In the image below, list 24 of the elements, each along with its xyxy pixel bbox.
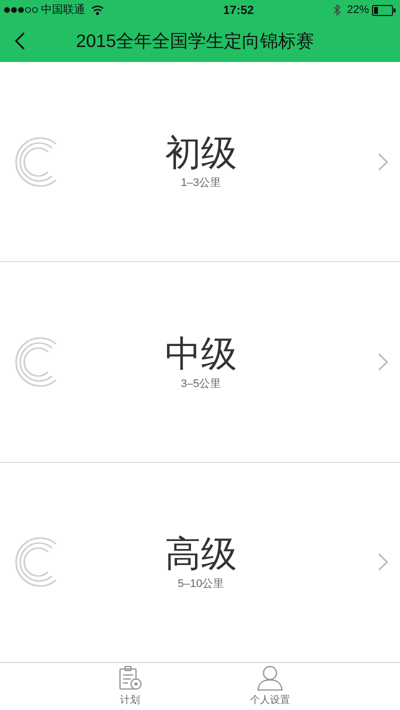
level-title: 高级: [165, 532, 237, 576]
person-icon: [256, 665, 284, 691]
distance-text: 3–5公里: [180, 376, 222, 392]
tab-item[interactable]: 计划: [105, 663, 155, 710]
level-row[interactable]: 中级 3–5公里: [0, 261, 400, 462]
bluetooth-icon: [332, 4, 341, 16]
chevron-right-icon: [378, 553, 388, 572]
page-title: 2015全年全国学生定向锦标赛: [76, 30, 314, 52]
distance-text: 1–3公里: [180, 176, 222, 192]
distance-text: 5–10公里: [178, 577, 224, 592]
level-title: 初级: [165, 131, 237, 176]
carrier-text: 中国联通: [41, 2, 85, 18]
level-title: 中级: [165, 332, 237, 376]
level-row[interactable]: 初级 1–3公里: [0, 62, 400, 262]
tab-item[interactable]: 个人设置: [245, 663, 295, 710]
chevron-right-icon: [378, 352, 388, 371]
battery-percent: 22%: [346, 2, 369, 18]
wifi-icon: [91, 5, 104, 15]
battery-icon: [372, 4, 396, 16]
back-icon: [14, 31, 26, 51]
signal-icon: [4, 7, 38, 13]
clock-text: 17:52: [223, 2, 254, 19]
clipboard-icon: [117, 665, 143, 691]
chevron-right-icon: [378, 152, 388, 171]
